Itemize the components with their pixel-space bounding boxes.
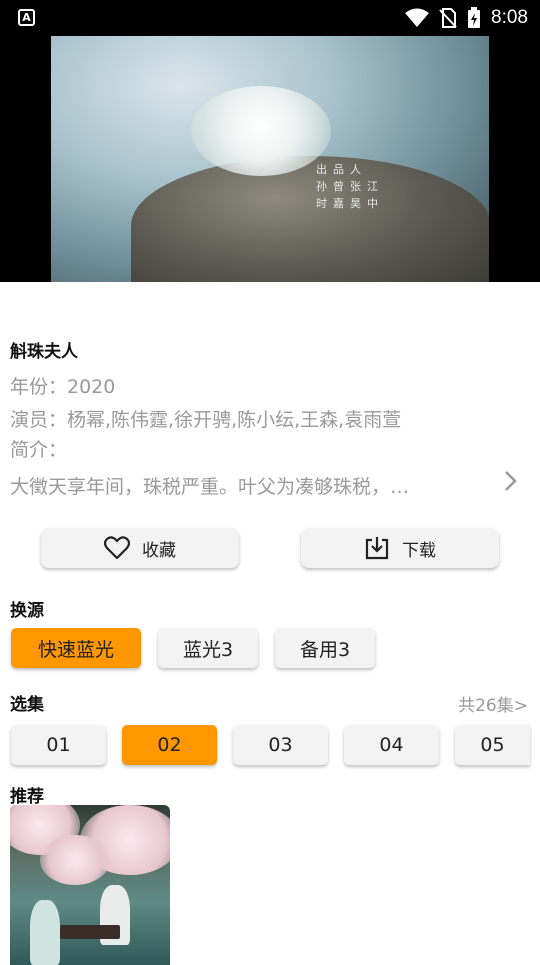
download-button[interactable]: 下载 <box>301 528 499 568</box>
scene-coral <box>191 86 331 176</box>
battery-charging-icon <box>468 7 481 28</box>
favorite-button[interactable]: 收藏 <box>41 528 239 568</box>
download-icon <box>365 537 389 560</box>
clock: 8:08 <box>491 7 528 28</box>
credit-line: 孙曾张江 <box>316 180 384 193</box>
chevron-right-icon[interactable] <box>500 469 520 493</box>
year-line: 年份：2020 <box>10 376 116 398</box>
scene-rocks <box>131 156 489 282</box>
video-frame[interactable]: 出品人 孙曾张江 时嘉昊中 <box>51 36 489 282</box>
intro-label: 简介： <box>10 439 68 461</box>
credit-line: 时嘉昊中 <box>316 197 384 210</box>
source-option-backup3[interactable]: 备用3 <box>275 628 375 668</box>
episode-01[interactable]: 01 <box>11 725 106 765</box>
recommend-poster[interactable] <box>10 805 170 965</box>
wifi-icon <box>405 8 430 27</box>
poster-blossom <box>40 835 110 885</box>
heart-icon <box>104 536 130 560</box>
cast-line: 演员：杨幂,陈伟霆,徐开骋,陈小纭,王森,袁雨萱 <box>10 409 402 431</box>
episode-02[interactable]: 02 <box>122 725 217 765</box>
video-player[interactable]: 出品人 孙曾张江 时嘉昊中 <box>0 36 540 282</box>
app-notification-icon: A <box>18 9 35 26</box>
all-episodes-link[interactable]: 共26集> <box>458 691 528 716</box>
poster-figure <box>30 900 60 965</box>
episodes-heading: 选集 <box>10 695 44 715</box>
credit-line: 出品人 <box>316 163 367 176</box>
no-sim-icon <box>439 8 457 28</box>
favorite-label: 收藏 <box>142 540 176 561</box>
episode-05[interactable]: 05 <box>455 725 530 765</box>
video-title: 斛珠夫人 <box>10 342 78 362</box>
episode-03[interactable]: 03 <box>233 725 328 765</box>
source-option-fast-bluray[interactable]: 快速蓝光 <box>11 628 141 668</box>
download-label: 下载 <box>402 540 436 561</box>
source-option-bluray3[interactable]: 蓝光3 <box>158 628 258 668</box>
recommend-heading: 推荐 <box>10 787 44 807</box>
status-bar: A 8:08 <box>0 0 540 36</box>
video-credits: 出品人 孙曾张江 时嘉昊中 <box>316 161 384 212</box>
episode-04[interactable]: 04 <box>344 725 439 765</box>
poster-table <box>60 925 120 939</box>
intro-text[interactable]: 大徵天享年间，珠税严重。叶父为凑够珠税，… <box>10 472 409 499</box>
source-heading: 换源 <box>10 601 44 621</box>
status-icons: 8:08 <box>405 6 528 30</box>
